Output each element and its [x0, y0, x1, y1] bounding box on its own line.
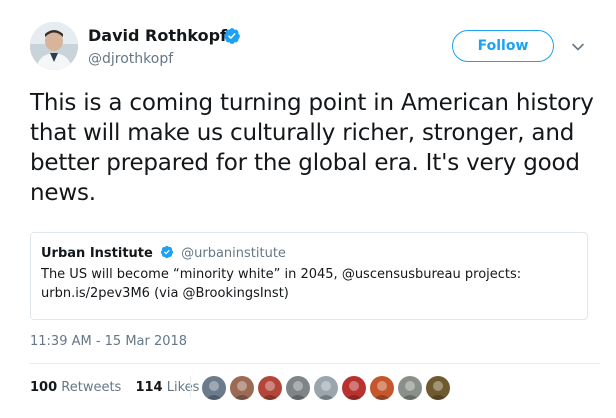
liker-avatar-1[interactable] — [201, 375, 227, 401]
liker-avatar-9[interactable] — [425, 375, 451, 401]
author-handle[interactable]: @djrothkopf — [88, 50, 173, 68]
author-name[interactable]: David Rothkopf — [88, 26, 227, 46]
avatar[interactable] — [30, 22, 78, 70]
follow-button[interactable]: Follow — [452, 30, 554, 62]
retweets-count: 100 — [30, 380, 58, 395]
divider — [30, 363, 600, 364]
likes-label: Likes — [166, 380, 200, 395]
chevron-down-icon[interactable] — [571, 40, 585, 54]
quoted-tweet-header: Urban Institute @urbaninstitute — [41, 245, 577, 263]
retweets-label: Retweets — [61, 380, 122, 395]
tweet-timestamp[interactable]: 11:39 AM - 15 Mar 2018 — [30, 334, 187, 350]
quoted-author-handle: @urbaninstitute — [181, 246, 286, 261]
liker-avatar-4[interactable] — [285, 375, 311, 401]
liker-avatar-6[interactable] — [341, 375, 367, 401]
tweet-text: This is a coming turning point in Americ… — [30, 90, 594, 206]
quoted-author-name: Urban Institute — [41, 246, 153, 261]
avatar-photo — [30, 22, 78, 70]
liker-avatar-3[interactable] — [257, 375, 283, 401]
liker-avatar-2[interactable] — [229, 375, 255, 401]
tweet-stats: 100 Retweets 114 Likes — [30, 378, 209, 398]
verified-badge-icon — [224, 28, 240, 44]
liker-avatar-5[interactable] — [313, 375, 339, 401]
stats-divider — [190, 376, 191, 398]
retweets-stat[interactable]: 100 Retweets — [30, 380, 121, 395]
quoted-tweet-text: The US will become “minority white” in 2… — [41, 267, 522, 301]
quoted-tweet[interactable]: Urban Institute @urbaninstitute The US w… — [30, 232, 588, 320]
likes-count: 114 — [135, 380, 163, 395]
liker-avatar-8[interactable] — [397, 375, 423, 401]
verified-badge-icon — [160, 245, 174, 259]
liker-avatar-7[interactable] — [369, 375, 395, 401]
